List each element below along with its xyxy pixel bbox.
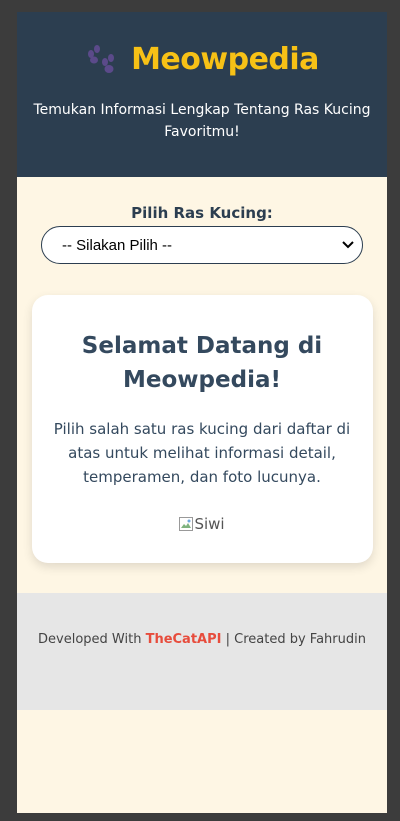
footer-text: Developed With TheCatAPI | Created by Fa…: [37, 629, 367, 651]
breed-select[interactable]: -- Silakan Pilih --: [41, 226, 363, 264]
footer-prefix: Developed With: [38, 632, 146, 647]
welcome-card: Selamat Datang di Meowpedia! Pilih salah…: [31, 295, 373, 563]
brand: Meowpedia: [17, 12, 387, 77]
page: Meowpedia Temukan Informasi Lengkap Tent…: [17, 12, 387, 813]
header: Meowpedia Temukan Informasi Lengkap Tent…: [17, 12, 387, 177]
breed-select-label: Pilih Ras Kucing:: [131, 204, 273, 222]
breed-selector: Pilih Ras Kucing: -- Silakan Pilih --: [17, 177, 387, 264]
chevron-down-icon: [342, 241, 354, 249]
paw-icon: [88, 44, 115, 73]
cat-image: Siwi: [179, 515, 225, 533]
footer-suffix: | Created by Fahrudin: [221, 632, 366, 647]
thecatapi-link[interactable]: TheCatAPI: [146, 632, 222, 647]
breed-select-value: -- Silakan Pilih --: [62, 236, 173, 254]
welcome-heading: Selamat Datang di Meowpedia!: [81, 333, 323, 393]
cat-image-alt: Siwi: [194, 515, 225, 533]
footer: Developed With TheCatAPI | Created by Fa…: [17, 593, 387, 710]
welcome-text: Pilih salah satu ras kucing dari daftar …: [53, 420, 351, 486]
site-title: Meowpedia: [131, 42, 319, 77]
broken-image-icon: [179, 517, 194, 531]
site-subtitle: Temukan Informasi Lengkap Tentang Ras Ku…: [33, 102, 371, 140]
